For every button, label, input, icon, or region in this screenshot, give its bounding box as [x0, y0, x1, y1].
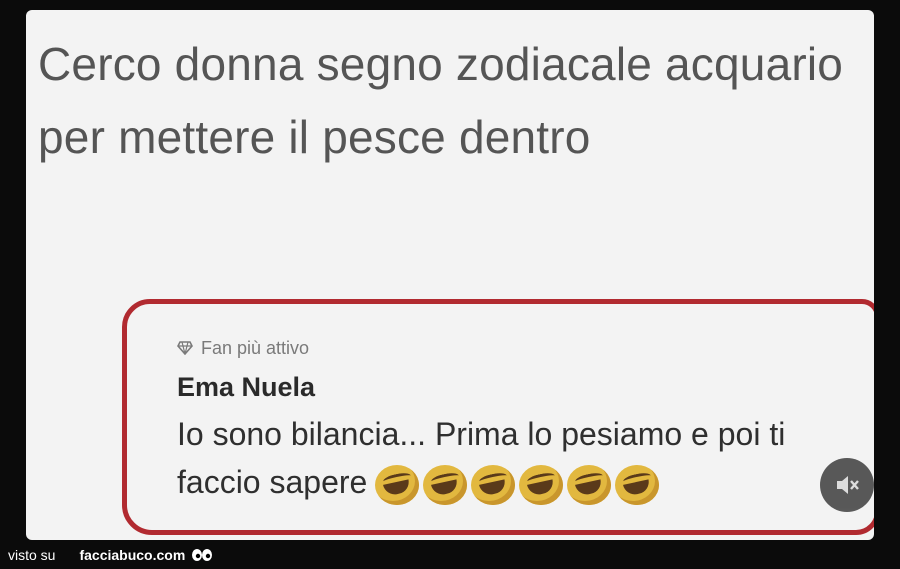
image-frame: Cerco donna segno zodiacale acquario per… [0, 0, 900, 569]
laughing-emoji-icon [615, 464, 660, 505]
emoji-row [375, 464, 660, 505]
mute-speaker-icon [837, 476, 859, 494]
laughing-emoji-icon [567, 464, 612, 505]
watermark-prefix: visto su [8, 547, 56, 563]
laughing-emoji-icon [519, 464, 564, 505]
watermark: visto su facciabuco.com [8, 544, 213, 566]
comment: Fan più attivo Ema Nuela Io sono bilanci… [177, 336, 867, 506]
comment-body: Io sono bilancia... Prima lo pesiamo e p… [177, 410, 867, 506]
diamond-icon [177, 341, 193, 355]
post-screen: Cerco donna segno zodiacale acquario per… [26, 10, 874, 540]
top-fan-badge: Fan più attivo [177, 336, 867, 360]
comment-highlight: Fan più attivo Ema Nuela Io sono bilanci… [122, 299, 874, 535]
laughing-emoji-icon [471, 464, 516, 505]
post-text: Cerco donna segno zodiacale acquario per… [38, 38, 844, 163]
mute-button[interactable] [820, 458, 874, 512]
watermark-site[interactable]: facciabuco.com [79, 547, 185, 563]
badge-label: Fan più attivo [201, 337, 310, 358]
comment-author[interactable]: Ema Nuela [177, 370, 867, 404]
laughing-emoji-icon [375, 464, 420, 505]
laughing-emoji-icon [423, 464, 468, 505]
eyes-icon [192, 549, 213, 561]
